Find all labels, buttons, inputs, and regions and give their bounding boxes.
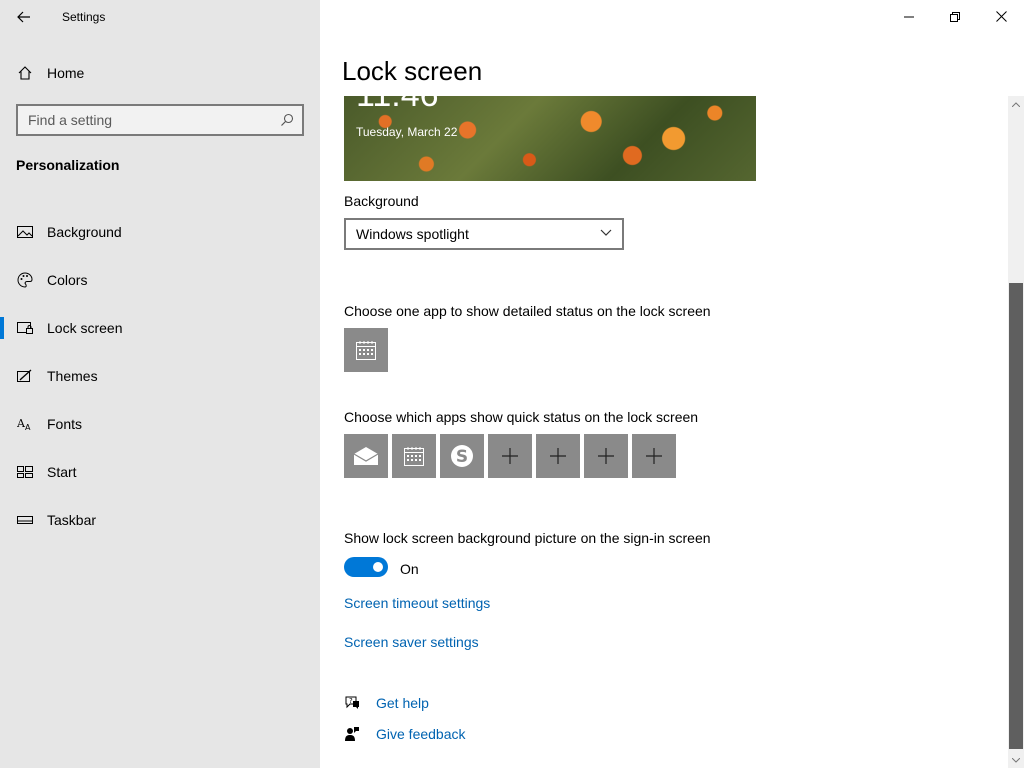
search-box[interactable]: [16, 104, 304, 136]
help-icon: ?: [345, 696, 359, 709]
sidebar-item-label: Taskbar: [47, 512, 97, 528]
search-input[interactable]: [28, 112, 268, 128]
add-icon: [502, 448, 518, 464]
scrollbar[interactable]: [1008, 96, 1024, 768]
search-icon[interactable]: [280, 113, 294, 127]
skype-icon: S: [451, 445, 473, 467]
preview-date: Tuesday, March 22: [356, 125, 458, 139]
sidebar-item-label: Lock screen: [47, 320, 123, 336]
sidebar-item-fonts[interactable]: AA Fonts: [0, 400, 320, 448]
taskbar-icon: [17, 512, 33, 528]
back-button[interactable]: [8, 4, 40, 30]
chevron-down-icon: [1012, 757, 1020, 763]
restore-icon: [950, 11, 960, 22]
picture-icon: [17, 224, 33, 240]
home-icon: [17, 65, 33, 81]
lock-screen-icon: [17, 320, 33, 336]
toggle-knob: [373, 562, 383, 572]
chevron-down-icon: [600, 229, 612, 236]
sidebar-item-label: Start: [47, 464, 77, 480]
sidebar-item-colors[interactable]: Colors: [0, 256, 320, 304]
sidebar-item-label: Themes: [47, 368, 98, 384]
get-help-label: Get help: [376, 695, 429, 711]
fonts-icon: AA: [17, 416, 33, 432]
quick-status-app-calendar[interactable]: [392, 434, 436, 478]
background-dropdown-value: Windows spotlight: [356, 226, 469, 242]
title-bar: Settings: [0, 0, 320, 33]
quick-status-add-slot[interactable]: [632, 434, 676, 478]
svg-text:A: A: [25, 423, 31, 431]
lock-screen-preview: 11:46 Tuesday, March 22: [344, 96, 756, 181]
start-icon: [17, 464, 33, 480]
sidebar-item-background[interactable]: Background: [0, 208, 320, 256]
section-title: Personalization: [16, 157, 120, 173]
minimize-button[interactable]: [886, 0, 932, 33]
minimize-icon: [904, 16, 914, 17]
sidebar-item-label: Colors: [47, 272, 88, 288]
sidebar-item-start[interactable]: Start: [0, 448, 320, 496]
window-controls: [886, 0, 1024, 33]
quick-status-add-slot[interactable]: [536, 434, 580, 478]
palette-icon: [17, 272, 33, 288]
add-icon: [646, 448, 662, 464]
calendar-icon: [356, 341, 376, 360]
give-feedback-link[interactable]: Give feedback: [344, 726, 466, 742]
add-icon: [598, 448, 614, 464]
sidebar-item-home[interactable]: Home: [0, 58, 320, 88]
signin-picture-toggle[interactable]: [344, 557, 388, 577]
get-help-link[interactable]: ? Get help: [344, 695, 429, 711]
scroll-up-button[interactable]: [1008, 96, 1024, 112]
back-arrow-icon: [17, 11, 30, 23]
sidebar-item-lock-screen[interactable]: Lock screen: [0, 304, 320, 352]
app-title: Settings: [62, 10, 106, 24]
scroll-down-button[interactable]: [1008, 752, 1024, 768]
quick-status-add-slot[interactable]: [584, 434, 628, 478]
quick-status-app-skype[interactable]: S: [440, 434, 484, 478]
quick-status-app-mail[interactable]: [344, 434, 388, 478]
signin-picture-state: On: [400, 561, 419, 577]
scroll-thumb[interactable]: [1009, 283, 1023, 749]
sidebar: Settings Home Personalization Background…: [0, 0, 320, 768]
detailed-status-label: Choose one app to show detailed status o…: [344, 303, 711, 319]
background-dropdown[interactable]: Windows spotlight: [344, 218, 624, 250]
screen-timeout-link[interactable]: Screen timeout settings: [344, 595, 490, 611]
screen-saver-link[interactable]: Screen saver settings: [344, 634, 479, 650]
restore-button[interactable]: [932, 0, 978, 33]
sidebar-item-taskbar[interactable]: Taskbar: [0, 496, 320, 544]
calendar-icon: [404, 447, 424, 466]
sidebar-item-label: Fonts: [47, 416, 83, 432]
quick-status-add-slot[interactable]: [488, 434, 532, 478]
svg-text:S: S: [456, 447, 468, 467]
sidebar-item-themes[interactable]: Themes: [0, 352, 320, 400]
give-feedback-label: Give feedback: [376, 726, 466, 742]
chevron-up-icon: [1012, 101, 1020, 107]
home-label: Home: [47, 65, 85, 81]
close-button[interactable]: [978, 0, 1024, 33]
add-icon: [550, 448, 566, 464]
sidebar-nav: Background Colors Lock screen Themes AA …: [0, 208, 320, 544]
feedback-icon: [345, 727, 359, 741]
quick-status-label: Choose which apps show quick status on t…: [344, 409, 699, 425]
preview-time: 11:46: [356, 96, 439, 115]
themes-icon: [17, 368, 33, 384]
svg-text:?: ?: [349, 697, 353, 705]
page-title: Lock screen: [342, 56, 483, 86]
background-label: Background: [344, 193, 419, 209]
close-icon: [995, 11, 1007, 22]
main-content: Lock screen 11:46 Tuesday, March 22 Back…: [320, 0, 1024, 768]
detailed-status-app-button[interactable]: [344, 328, 388, 372]
sidebar-item-label: Background: [47, 224, 122, 240]
signin-picture-label: Show lock screen background picture on t…: [344, 530, 711, 546]
mail-icon: [353, 447, 379, 465]
